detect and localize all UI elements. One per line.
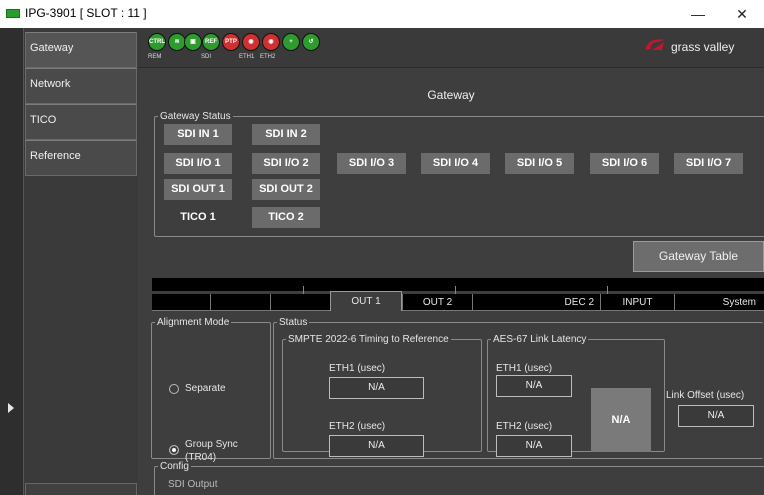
ctrl-led-icon[interactable]: CTRL — [148, 33, 166, 51]
sdi-output-label: SDI Output — [168, 479, 218, 490]
tab-bar: OUT 1 OUT 2 DEC 2 INPUT System — [152, 291, 764, 312]
ptp-led-icon[interactable]: PTP — [222, 33, 240, 51]
add-led-icon[interactable]: + — [282, 33, 300, 51]
brand-name: grass valley — [671, 40, 735, 54]
gateway-status-legend: Gateway Status — [160, 111, 231, 122]
port-sdi-io-7[interactable]: SDI I/O 7 — [674, 153, 743, 174]
aes-eth2-value: N/A — [496, 435, 572, 457]
port-tico-2[interactable]: TICO 2 — [252, 207, 320, 228]
aes-eth2-label: ETH2 (usec) — [496, 421, 553, 432]
eth2-label: ETH2 — [260, 54, 276, 60]
group-sync-radio[interactable] — [169, 445, 179, 455]
separate-radio[interactable] — [169, 384, 179, 394]
sidebar-item-gateway[interactable]: Gateway — [25, 32, 137, 68]
sidebar-collapse-strip[interactable] — [0, 28, 24, 495]
tab-divider — [455, 286, 456, 294]
tab-blank-1[interactable] — [210, 294, 270, 311]
link-offset-label: Link Offset (usec) — [666, 390, 745, 401]
tab-divider — [607, 286, 608, 294]
aes-combined-value: N/A — [591, 388, 651, 452]
port-sdi-in-2[interactable]: SDI IN 2 — [252, 124, 320, 145]
port-sdi-out-2[interactable]: SDI OUT 2 — [252, 179, 320, 200]
smpte-legend: SMPTE 2022-6 Timing to Reference — [288, 334, 449, 345]
smpte-eth2-value: N/A — [329, 435, 424, 457]
eth2-led-icon[interactable]: ◉ — [262, 33, 280, 51]
status-legend: Status — [279, 317, 308, 328]
close-button[interactable]: ✕ — [720, 0, 764, 28]
gateway-status-group: Gateway Status — [154, 111, 764, 237]
separate-label: Separate — [185, 383, 226, 394]
sidebar-item-reference[interactable]: Reference — [25, 140, 137, 176]
gateway-table-button[interactable]: Gateway Table — [633, 241, 764, 272]
port-sdi-in-1[interactable]: SDI IN 1 — [164, 124, 232, 145]
aes67-legend: AES-67 Link Latency — [493, 334, 587, 345]
port-sdi-io-6[interactable]: SDI I/O 6 — [590, 153, 659, 174]
smpte-eth1-value: N/A — [329, 377, 424, 399]
port-sdi-io-3[interactable]: SDI I/O 3 — [337, 153, 406, 174]
app-icon — [6, 9, 20, 18]
alignment-mode-legend: Alignment Mode — [157, 317, 230, 328]
sidebar-item-network[interactable]: Network — [25, 68, 137, 104]
window-title: IPG-3901 [ SLOT : 11 ] — [25, 6, 147, 20]
config-group: Config — [154, 461, 764, 495]
page-title: Gateway — [427, 88, 475, 102]
minimize-button[interactable]: — — [676, 0, 720, 28]
expand-arrow-icon[interactable] — [8, 403, 14, 413]
tab-out-1[interactable]: OUT 1 — [330, 291, 402, 312]
main-panel: CTRL REM ≋ ▣ SDI REF PTP ◉ ETH1 ◉ ETH2 +… — [138, 28, 764, 495]
tab-input[interactable]: INPUT — [600, 294, 674, 311]
eth1-led-icon[interactable]: ◉ — [242, 33, 260, 51]
rem-label: REM — [148, 54, 162, 60]
port-sdi-out-1[interactable]: SDI OUT 1 — [164, 179, 232, 200]
grass-valley-logo-icon — [646, 39, 664, 50]
title-bar: IPG-3901 [ SLOT : 11 ] — ✕ — [0, 0, 764, 28]
aes-eth1-label: ETH1 (usec) — [496, 363, 553, 374]
ref-led-icon[interactable]: REF — [202, 33, 220, 51]
port-sdi-io-2[interactable]: SDI I/O 2 — [252, 153, 320, 174]
smpte-eth1-label: ETH1 (usec) — [329, 363, 386, 374]
tab-panel-out-1: Alignment Mode Separate Group Sync (TR04… — [148, 311, 764, 463]
aes-eth1-value: N/A — [496, 375, 572, 397]
status-toolbar: CTRL REM ≋ ▣ SDI REF PTP ◉ ETH1 ◉ ETH2 +… — [138, 28, 764, 68]
link-offset-value: N/A — [678, 405, 754, 427]
port-sdi-io-4[interactable]: SDI I/O 4 — [421, 153, 490, 174]
smpte-eth2-label: ETH2 (usec) — [329, 421, 386, 432]
sdi-label: SDI — [201, 54, 212, 60]
refresh-led-icon[interactable]: ↺ — [302, 33, 320, 51]
tab-bar-header — [152, 278, 764, 291]
tab-dec-2[interactable]: DEC 2 — [472, 294, 600, 311]
sidebar: Gateway Network TICO Reference — [0, 28, 138, 495]
port-sdi-io-5[interactable]: SDI I/O 5 — [505, 153, 574, 174]
port-sdi-io-1[interactable]: SDI I/O 1 — [164, 153, 232, 174]
eth1-label: ETH1 — [239, 54, 255, 60]
port-tico-1[interactable]: TICO 1 — [164, 207, 232, 228]
tab-out-2[interactable]: OUT 2 — [402, 294, 472, 311]
tab-divider — [303, 286, 304, 294]
sidebar-bottom-item — [25, 483, 137, 495]
tab-blank-2[interactable] — [270, 294, 328, 311]
sdi-led-icon[interactable]: ▣ — [184, 33, 202, 51]
config-legend: Config — [160, 461, 189, 472]
tab-system[interactable]: System — [674, 294, 764, 311]
sidebar-item-tico[interactable]: TICO — [25, 104, 137, 140]
